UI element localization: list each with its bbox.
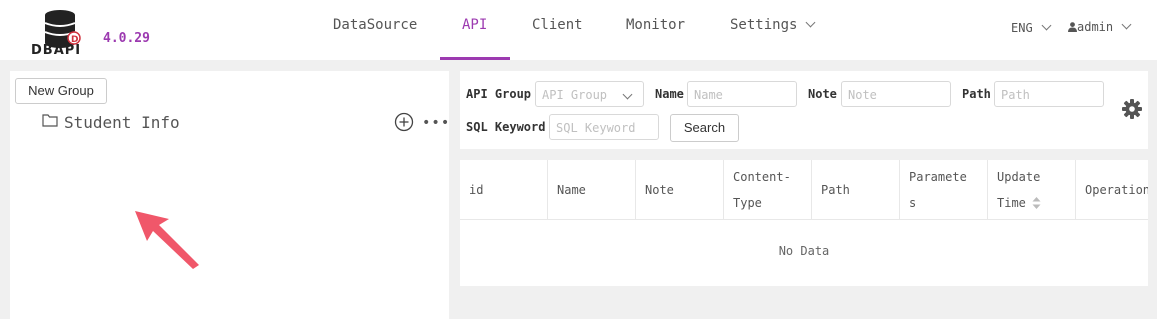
- column-label: id: [469, 182, 484, 197]
- version-label: 4.0.29: [103, 31, 150, 46]
- note-placeholder: Note: [848, 88, 877, 102]
- chevron-down-icon: [805, 17, 816, 28]
- annotation-arrow-icon: [135, 211, 199, 269]
- column-header-note: Note: [636, 160, 724, 219]
- column-label-line2: s: [909, 195, 917, 210]
- sql-keyword-placeholder: SQL Keyword: [556, 121, 636, 135]
- table-header: id Name Note Content- Type Path Paramete…: [460, 160, 1148, 220]
- column-label-line2: Type: [733, 195, 762, 210]
- api-group-select[interactable]: API Group: [535, 81, 644, 107]
- column-header-name: Name: [548, 160, 636, 219]
- top-header: D DBAPI 4.0.29 DataSource API Client Mon…: [0, 0, 1157, 60]
- nav-settings[interactable]: Settings: [730, 17, 816, 33]
- nav-api[interactable]: API: [462, 17, 487, 33]
- logo-text: DBAPI: [31, 43, 82, 58]
- more-icon[interactable]: •••: [422, 115, 450, 131]
- user-name: admin: [1077, 20, 1114, 34]
- path-input[interactable]: Path: [994, 81, 1104, 107]
- column-label: Content-: [733, 169, 791, 184]
- sql-keyword-label: SQL Keyword: [466, 120, 546, 134]
- name-placeholder: Name: [694, 88, 723, 102]
- name-input[interactable]: Name: [687, 81, 797, 107]
- note-label: Note: [808, 87, 837, 101]
- api-group-placeholder: API Group: [542, 88, 608, 102]
- column-label: Update: [997, 169, 1041, 184]
- new-group-button[interactable]: New Group: [15, 78, 107, 104]
- nav-settings-label: Settings: [730, 17, 798, 33]
- chevron-down-icon: [622, 89, 633, 100]
- language-selector[interactable]: ENG: [1011, 20, 1052, 35]
- column-label: Operation: [1085, 182, 1148, 197]
- add-circle-icon[interactable]: [394, 112, 414, 132]
- column-label: Note: [645, 182, 674, 197]
- name-label: Name: [655, 87, 684, 101]
- column-header-content-type: Content- Type: [724, 160, 812, 219]
- chevron-down-icon: [1041, 20, 1052, 31]
- nav-monitor[interactable]: Monitor: [626, 17, 685, 33]
- sql-keyword-input[interactable]: SQL Keyword: [549, 114, 659, 140]
- column-header-id: id: [460, 160, 548, 219]
- column-header-path: Path: [812, 160, 900, 219]
- column-label: Path: [821, 182, 850, 197]
- path-placeholder: Path: [1001, 88, 1030, 102]
- column-header-operation: Operation: [1076, 160, 1148, 219]
- column-label: Name: [557, 182, 586, 197]
- group-tree-panel: New Group Student Info •••: [10, 71, 449, 319]
- note-input[interactable]: Note: [841, 81, 951, 107]
- filter-panel: API Group API Group Name Name Note Note …: [460, 71, 1148, 149]
- path-label: Path: [962, 87, 991, 101]
- column-label-line2: Time: [997, 195, 1026, 210]
- column-header-update-time[interactable]: Update Time: [988, 160, 1076, 219]
- nav-datasource[interactable]: DataSource: [333, 17, 417, 33]
- language-label: ENG: [1011, 21, 1033, 35]
- gear-icon[interactable]: [1121, 98, 1143, 120]
- nav-client[interactable]: Client: [532, 17, 583, 33]
- nav-active-indicator: [440, 57, 510, 60]
- column-header-parameters: Paramete s: [900, 160, 988, 219]
- column-label: Paramete: [909, 169, 967, 184]
- sort-icon[interactable]: [1032, 196, 1041, 210]
- api-table: id Name Note Content- Type Path Paramete…: [460, 160, 1148, 286]
- tree-item-label: Student Info: [64, 113, 180, 132]
- api-group-label: API Group: [466, 87, 532, 101]
- chevron-down-icon: [1121, 19, 1132, 30]
- user-icon: [1068, 22, 1077, 32]
- empty-state-text: No Data: [778, 244, 830, 258]
- folder-icon: [42, 114, 58, 127]
- search-button[interactable]: Search: [670, 114, 739, 142]
- user-menu[interactable]: admin: [1068, 19, 1132, 34]
